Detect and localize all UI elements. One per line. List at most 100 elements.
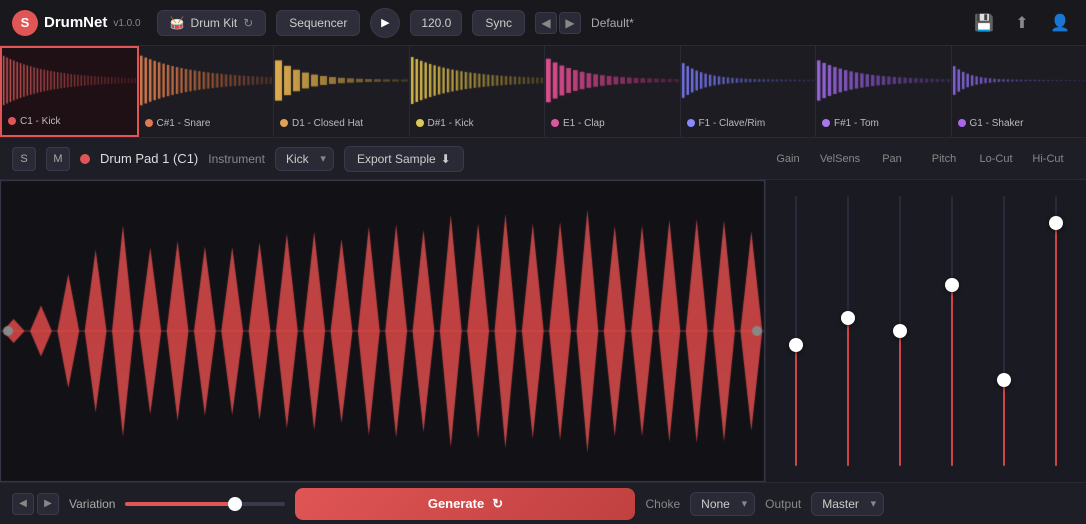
play-button[interactable]: ▶ xyxy=(370,8,400,38)
app-logo: S DrumNet v1.0.0 xyxy=(12,10,141,36)
fader-thumb-gain[interactable] xyxy=(789,338,803,352)
pad-name-0: C1 - Kick xyxy=(20,116,61,127)
fader-thumb-velsens[interactable] xyxy=(841,311,855,325)
prev-preset-button[interactable]: ◀ xyxy=(535,12,557,34)
save-button[interactable]: 💾 xyxy=(970,9,998,37)
pad-name-7: G1 - Shaker xyxy=(970,118,1024,129)
drum-pad-title: Drum Pad 1 (C1) xyxy=(100,151,198,166)
app-version: v1.0.0 xyxy=(113,18,140,29)
pad-cell-d1[interactable]: D1 - Closed Hat xyxy=(274,46,410,137)
param-label-gain: Gain xyxy=(762,153,814,165)
pad-waveform-3 xyxy=(410,46,545,115)
pad-dot-5 xyxy=(687,119,695,127)
pad-strip: C1 - Kick C#1 - Snare D1 - Closed Hat D#1 -… xyxy=(0,46,1086,138)
save-icon: 💾 xyxy=(974,13,994,33)
pad-waveform-5 xyxy=(681,46,816,115)
param-labels: GainVelSensPanPitchLo-CutHi-Cut xyxy=(762,153,1074,165)
output-select[interactable]: Master xyxy=(811,492,884,516)
pad-dot-6 xyxy=(822,119,830,127)
fader-red-line-lo-cut xyxy=(1003,380,1005,466)
pad-cell-c1[interactable]: C1 - Kick xyxy=(0,46,139,137)
drum-kit-button[interactable]: 🥁 Drum Kit ↻ xyxy=(157,10,267,36)
pad-cell-fs1[interactable]: F#1 - Tom xyxy=(816,46,952,137)
pad-label-0: C1 - Kick xyxy=(2,113,137,131)
next-preset-button[interactable]: ▶ xyxy=(559,12,581,34)
fader-track-lo-cut[interactable] xyxy=(1003,196,1005,466)
choke-select[interactable]: None xyxy=(690,492,755,516)
fader-col-pitch xyxy=(926,196,978,466)
fader-area xyxy=(766,180,1086,482)
instrument-bar: S M Drum Pad 1 (C1) Instrument Kick Expo… xyxy=(0,138,1086,180)
fader-red-line-hi-cut xyxy=(1055,223,1057,466)
fader-track-velsens[interactable] xyxy=(847,196,849,466)
pad-name-5: F1 - Clave/Rim xyxy=(699,118,766,129)
prev-variation-button[interactable]: ◀ xyxy=(12,493,34,515)
output-label: Output xyxy=(765,497,801,511)
user-button[interactable]: 👤 xyxy=(1046,9,1074,37)
pad-cell-ds1[interactable]: D#1 - Kick xyxy=(410,46,546,137)
instrument-select-wrap: Kick xyxy=(275,147,334,171)
export-button[interactable]: ⬆ xyxy=(1008,9,1036,37)
pad-cell-e1[interactable]: E1 - Clap xyxy=(545,46,681,137)
sync-button[interactable]: Sync xyxy=(472,10,525,36)
generate-button[interactable]: Generate ↻ xyxy=(295,488,635,520)
sequencer-button[interactable]: Sequencer xyxy=(276,10,360,36)
s-button[interactable]: S xyxy=(12,147,36,171)
param-label-hicut: Hi-Cut xyxy=(1022,153,1074,165)
logo-icon: S xyxy=(12,10,38,36)
m-button[interactable]: M xyxy=(46,147,70,171)
fader-col-hi-cut xyxy=(1030,196,1082,466)
fader-red-line-pan xyxy=(899,331,901,466)
pad-label-1: C#1 - Snare xyxy=(139,115,274,133)
fader-col-gain xyxy=(770,196,822,466)
fader-thumb-pitch[interactable] xyxy=(945,278,959,292)
fader-track-pan[interactable] xyxy=(899,196,901,466)
pad-dot-1 xyxy=(145,119,153,127)
pad-name-2: D1 - Closed Hat xyxy=(292,118,363,129)
export-sample-button[interactable]: Export Sample ⬇ xyxy=(344,146,464,172)
param-label-velsens: VelSens xyxy=(814,153,866,165)
fader-col-velsens xyxy=(822,196,874,466)
choke-select-wrap: None xyxy=(690,492,755,516)
download-icon: ⬇ xyxy=(441,152,451,166)
bpm-display[interactable]: 120.0 xyxy=(410,10,462,36)
param-label-pan: Pan xyxy=(866,153,918,165)
fader-track-pitch[interactable] xyxy=(951,196,953,466)
drum-kit-icon: 🥁 xyxy=(170,16,185,30)
topbar: S DrumNet v1.0.0 🥁 Drum Kit ↻ Sequencer … xyxy=(0,0,1086,46)
pad-waveform-6 xyxy=(816,46,951,115)
pad-label-7: G1 - Shaker xyxy=(952,115,1086,133)
choke-label: Choke xyxy=(645,497,680,511)
waveform-canvas xyxy=(0,180,765,482)
fader-track-hi-cut[interactable] xyxy=(1055,196,1057,466)
pad-label-6: F#1 - Tom xyxy=(816,115,951,133)
app-name: DrumNet xyxy=(44,14,107,31)
main-area xyxy=(0,180,1086,482)
pad-cell-f1[interactable]: F1 - Clave/Rim xyxy=(681,46,817,137)
fader-track-gain[interactable] xyxy=(795,196,797,466)
instrument-select[interactable]: Kick xyxy=(275,147,334,171)
export-icon: ⬆ xyxy=(1015,13,1028,33)
variation-slider[interactable] xyxy=(125,502,285,506)
pad-dot-2 xyxy=(280,119,288,127)
user-icon: 👤 xyxy=(1050,13,1070,33)
pad-cell-cs1[interactable]: C#1 - Snare xyxy=(139,46,275,137)
pad-waveform-2 xyxy=(274,46,409,115)
fader-thumb-lo-cut[interactable] xyxy=(997,373,1011,387)
play-icon: ▶ xyxy=(381,16,389,29)
record-indicator xyxy=(80,154,90,164)
pad-cell-g1[interactable]: G1 - Shaker xyxy=(952,46,1086,137)
pad-dot-7 xyxy=(958,119,966,127)
next-variation-button[interactable]: ▶ xyxy=(37,493,59,515)
pad-name-4: E1 - Clap xyxy=(563,118,605,129)
pad-dot-4 xyxy=(551,119,559,127)
fader-thumb-pan[interactable] xyxy=(893,324,907,338)
fader-red-line-gain xyxy=(795,345,797,467)
fader-thumb-hi-cut[interactable] xyxy=(1049,216,1063,230)
pad-name-1: C#1 - Snare xyxy=(157,118,211,129)
preset-label: Default* xyxy=(591,16,634,30)
refresh-icon: ↻ xyxy=(243,16,253,30)
bottom-bar: ◀ ▶ Variation Generate ↻ Choke None Outp… xyxy=(0,482,1086,524)
instrument-label: Instrument xyxy=(208,152,265,166)
param-label-locut: Lo-Cut xyxy=(970,153,1022,165)
